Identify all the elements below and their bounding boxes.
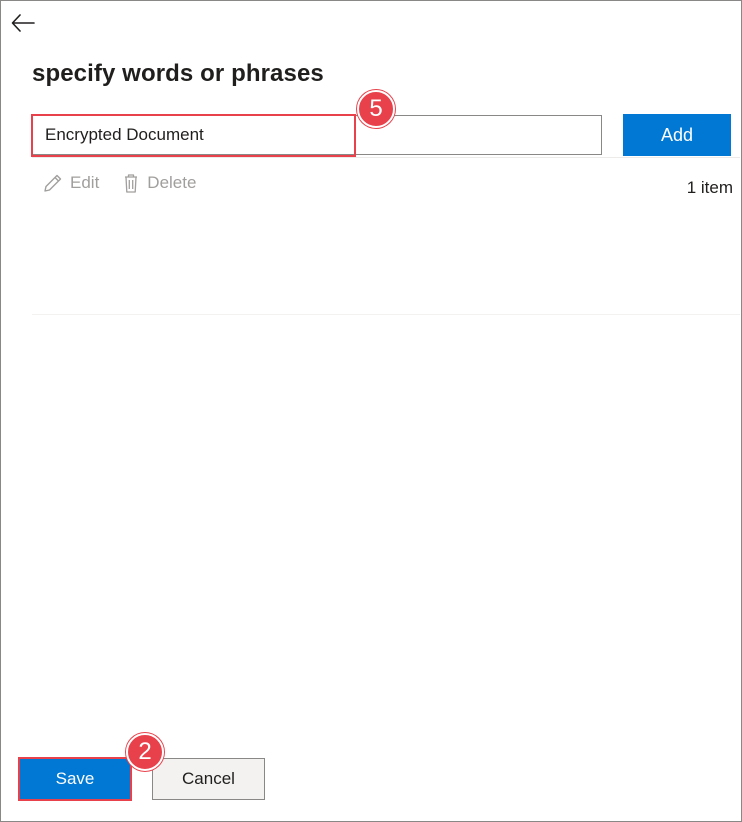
page-title: specify words or phrases	[32, 60, 324, 87]
step-badge: 5	[357, 90, 395, 128]
phrase-input-container	[32, 115, 602, 155]
phrase-input[interactable]	[33, 116, 601, 154]
item-count: 1 item	[686, 178, 733, 197]
phrase-list	[32, 210, 740, 315]
back-arrow-icon	[11, 14, 35, 32]
back-button[interactable]	[8, 8, 38, 38]
save-button[interactable]: Save	[20, 759, 130, 799]
toolbar: Edit Delete	[42, 172, 218, 194]
divider	[32, 157, 740, 158]
delete-label: Delete	[147, 173, 197, 192]
edit-label: Edit	[70, 173, 100, 192]
trash-icon	[125, 174, 138, 193]
step-badge: 2	[126, 733, 164, 771]
pencil-icon	[44, 174, 62, 192]
cancel-button[interactable]: Cancel	[152, 758, 265, 800]
edit-button[interactable]: Edit	[42, 172, 99, 194]
delete-button[interactable]: Delete	[121, 172, 196, 194]
add-button[interactable]: Add	[623, 114, 731, 156]
